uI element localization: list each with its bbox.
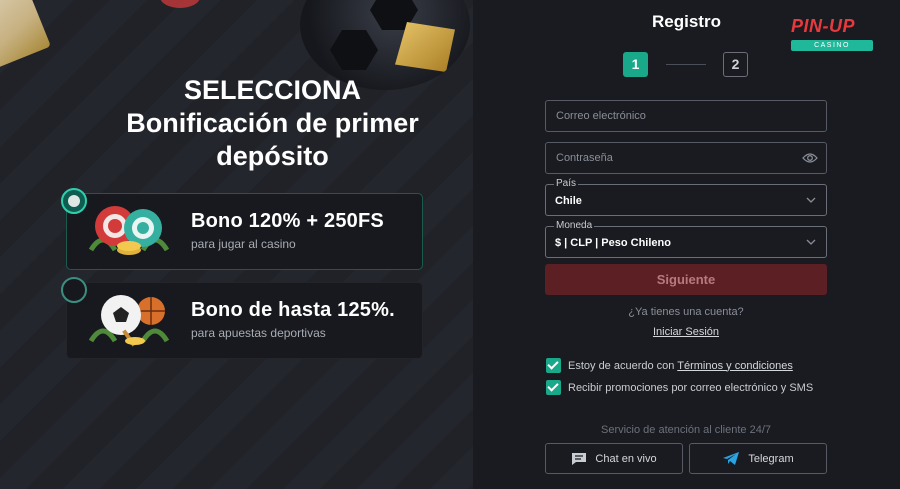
next-button[interactable]: Siguiente	[545, 264, 827, 295]
chevron-down-icon	[806, 197, 816, 203]
decor-chip	[160, 0, 200, 8]
casino-chips-icon	[88, 206, 170, 255]
live-chat-label: Chat en vivo	[595, 452, 657, 465]
bonus-title: Bono 120% + 250FS	[191, 210, 384, 232]
promo-consent-row: Recibir promociones por correo electróni…	[546, 380, 813, 395]
registration-form-panel: Registro PIN-UP CASINO 1 2 País Chile	[473, 0, 900, 489]
step-1: 1	[623, 52, 648, 77]
currency-value: $ | CLP | Peso Chileno	[555, 237, 671, 249]
terms-link[interactable]: Términos y condiciones	[677, 360, 793, 372]
promo-checkbox[interactable]	[546, 380, 561, 395]
login-link[interactable]: Iniciar Sesión	[545, 326, 827, 338]
live-chat-button[interactable]: Chat en vivo	[545, 443, 683, 474]
password-input[interactable]	[546, 143, 826, 173]
email-field[interactable]	[545, 100, 827, 132]
telegram-button[interactable]: Telegram	[689, 443, 827, 474]
have-account-text: ¿Ya tienes una cuenta?	[628, 306, 744, 318]
country-value: Chile	[555, 195, 582, 207]
step-connector	[666, 64, 706, 65]
promo-heading: SELECCIONA Bonificación de primer depósi…	[126, 75, 419, 171]
bonus-option-casino[interactable]: Bono 120% + 250FS para jugar al casino	[61, 188, 423, 270]
email-input[interactable]	[546, 101, 826, 131]
password-field[interactable]	[545, 142, 827, 174]
telegram-label: Telegram	[748, 452, 794, 465]
eye-icon[interactable]	[802, 152, 818, 164]
bonus-option-sports[interactable]: Bono de hasta 125%. para apuestas deport…	[61, 277, 423, 359]
chat-bubble-icon	[572, 452, 587, 465]
bonus-subtitle: para jugar al casino	[191, 237, 296, 251]
country-select[interactable]: País Chile	[545, 178, 827, 216]
terms-consent-row: Estoy de acuerdo con Términos y condicio…	[546, 358, 793, 373]
radio-selected-icon[interactable]	[61, 188, 87, 214]
registration-page: SELECCIONA Bonificación de primer depósi…	[0, 0, 900, 489]
promo-panel: SELECCIONA Bonificación de primer depósi…	[0, 0, 473, 489]
step-2: 2	[723, 52, 748, 77]
telegram-icon	[723, 452, 740, 465]
support-text: Servicio de atención al cliente 24/7	[601, 424, 771, 436]
bonus-title: Bono de hasta 125%.	[191, 299, 395, 321]
terms-prefix: Estoy de acuerdo con	[568, 359, 678, 372]
currency-select[interactable]: Moneda $ | CLP | Peso Chileno	[545, 220, 827, 258]
country-label: País	[554, 178, 579, 189]
radio-unselected-icon[interactable]	[61, 277, 87, 303]
promo-consent-text: Recibir promociones por correo electróni…	[568, 381, 814, 394]
bonus-subtitle: para apuestas deportivas	[191, 326, 326, 340]
chevron-down-icon	[806, 239, 816, 245]
sports-balls-icon	[88, 295, 170, 347]
pin-up-logo: PIN-UP CASINO	[791, 16, 875, 52]
step-indicator: 1 2	[623, 52, 753, 78]
decor-card	[0, 0, 51, 69]
terms-checkbox[interactable]	[546, 358, 561, 373]
currency-label: Moneda	[554, 220, 595, 231]
